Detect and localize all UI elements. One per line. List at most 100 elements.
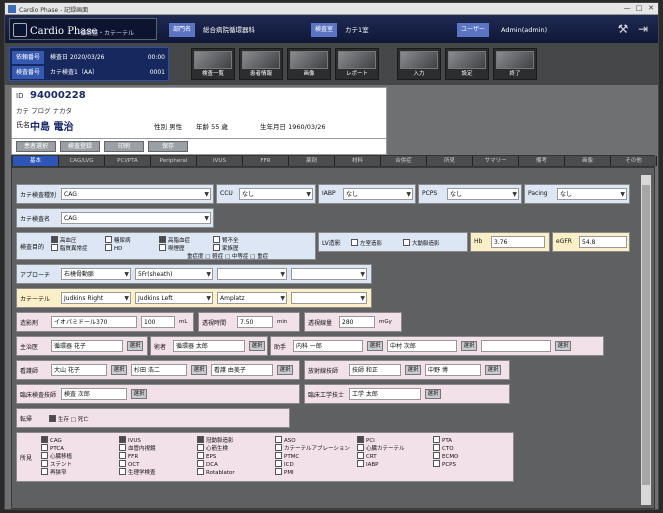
tab-other[interactable]: その他	[611, 156, 657, 166]
assistant-select-button-2[interactable]: 選択	[461, 341, 477, 351]
ce-input[interactable]: 工学 太郎	[349, 388, 421, 400]
purpose-option-renal[interactable]: 腎不全	[213, 236, 239, 244]
contrast-agent-input[interactable]: イオパミドール370	[51, 316, 137, 328]
attending-input[interactable]: 循環器 花子	[51, 340, 123, 352]
tab-cag[interactable]: CAG/LVG	[59, 156, 105, 166]
lab-tech-input[interactable]: 検査 次郎	[61, 388, 127, 400]
purpose-option-hd[interactable]: HD	[105, 244, 122, 252]
finding-ptmc[interactable]: PTMC	[275, 452, 299, 460]
tab-drug[interactable]: 薬剤	[289, 156, 335, 166]
finding-transplant[interactable]: 心臓移植	[41, 452, 72, 460]
select-patient-button[interactable]: 患者選択	[16, 141, 56, 152]
toolbar-button-exit[interactable]: 終了	[493, 48, 537, 80]
ccu-select[interactable]: なし ▼	[239, 188, 313, 200]
finding-ffr[interactable]: FFR	[119, 452, 138, 460]
finding-restenosis[interactable]: 再狭窄	[41, 468, 67, 476]
finding-physiology[interactable]: 生理学検査	[119, 468, 156, 476]
toolbar-button-image[interactable]: 画像	[287, 48, 331, 80]
finding-cto[interactable]: CTO	[433, 444, 454, 452]
finding-pci[interactable]: PCI	[357, 436, 375, 444]
approach-select-3[interactable]: ▼	[217, 268, 287, 280]
finding-icd[interactable]: ICD	[275, 460, 294, 468]
catheter-select-2[interactable]: Judkins Left ▼	[135, 292, 213, 304]
finding-ptca[interactable]: PTCA	[41, 444, 64, 452]
radiographer-input-1[interactable]: 技師 和正	[349, 364, 401, 376]
finding-stent[interactable]: ステント	[41, 460, 72, 468]
finding-biopsy[interactable]: 心筋生検	[197, 444, 228, 452]
tab-ffr[interactable]: FFR	[243, 156, 289, 166]
egfr-input[interactable]: 54.8	[579, 236, 627, 248]
finding-pta[interactable]: PTA	[433, 436, 452, 444]
outcome-option[interactable]: 生存 □ 死亡	[49, 415, 89, 423]
finding-coronary-angio[interactable]: 冠動脈造影	[197, 436, 234, 444]
save-button[interactable]: 保存	[148, 141, 188, 152]
finding-cag[interactable]: CAG	[41, 436, 62, 444]
print-button[interactable]: 印刷	[104, 141, 144, 152]
lv-option-aorta[interactable]: 大動脈造影	[403, 239, 440, 247]
catheter-select-3[interactable]: Amplatz ▼	[217, 292, 287, 304]
tab-peripheral[interactable]: Peripheral	[151, 156, 197, 166]
purpose-option-diabetes[interactable]: 糖尿病	[105, 236, 131, 244]
toolbar-button-report[interactable]: レポート	[335, 48, 379, 80]
register-exam-button[interactable]: 検査登録	[60, 141, 100, 152]
catheter-select-4[interactable]: ▼	[291, 292, 367, 304]
radiographer-select-button-2[interactable]: 選択	[485, 365, 501, 375]
assistant-input-1[interactable]: 内科 一郎	[293, 340, 363, 352]
assistant-input-3[interactable]	[481, 340, 551, 352]
vertical-scrollbar[interactable]	[641, 175, 651, 505]
finding-ivus[interactable]: IVUS	[119, 436, 141, 444]
tab-summary[interactable]: サマリー	[473, 156, 519, 166]
approach-select-1[interactable]: 右橈骨動脈 ▼	[61, 268, 131, 280]
cath-name-select[interactable]: CAG ▼	[61, 212, 211, 224]
iabp-select[interactable]: なし ▼	[343, 188, 413, 200]
scrollbar-thumb[interactable]	[642, 185, 650, 485]
nurse-select-button-3[interactable]: 選択	[277, 365, 293, 375]
toolbar-button-list[interactable]: 検査一覧	[191, 48, 235, 80]
assistant-select-button-3[interactable]: 選択	[555, 341, 571, 351]
lv-option-lv[interactable]: 左室造影	[351, 239, 382, 247]
approach-select-4[interactable]: ▼	[291, 268, 367, 280]
logout-icon[interactable]: ⇥	[635, 21, 651, 37]
close-button[interactable]: ✕	[645, 4, 657, 13]
finding-pmi[interactable]: PMI	[275, 468, 294, 476]
nurse-select-button-2[interactable]: 選択	[191, 365, 207, 375]
purpose-option-family[interactable]: 家族歴	[213, 244, 239, 252]
tab-notes[interactable]: 備考	[519, 156, 565, 166]
finding-oct[interactable]: OCT	[119, 460, 140, 468]
tab-basic[interactable]: 基本	[13, 156, 59, 166]
finding-cardiac-cath[interactable]: 心臓カテーテル	[357, 444, 405, 452]
finding-iabp[interactable]: IABP	[357, 460, 378, 468]
hb-input[interactable]: 3.76	[491, 236, 545, 248]
contrast-volume-input[interactable]: 100	[141, 316, 175, 328]
lab-tech-select-button[interactable]: 選択	[131, 389, 147, 399]
finding-ecmo[interactable]: ECMO	[433, 452, 458, 460]
purpose-option-dyslipidemia[interactable]: 脂質異常症	[51, 244, 88, 252]
maximize-button[interactable]: □	[633, 4, 645, 13]
nurse-input-1[interactable]: 大山 花子	[51, 364, 107, 376]
finding-eps[interactable]: EPS	[197, 452, 216, 460]
radiographer-select-button-1[interactable]: 選択	[405, 365, 421, 375]
assistant-select-button-1[interactable]: 選択	[367, 341, 383, 351]
toolbar-button-input[interactable]: 入力	[397, 48, 441, 80]
fluoro-dose-input[interactable]: 280	[339, 316, 375, 328]
nurse-input-3[interactable]: 看護 由美子	[211, 364, 273, 376]
minimize-button[interactable]: —	[621, 4, 633, 13]
tab-material[interactable]: 材料	[335, 156, 381, 166]
finding-aso[interactable]: ASO	[275, 436, 296, 444]
finding-dca[interactable]: DCA	[197, 460, 218, 468]
approach-select-2[interactable]: 5Fr(sheath) ▼	[135, 268, 213, 280]
toolbar-button-patient[interactable]: 患者情報	[239, 48, 283, 80]
toolbar-button-settings[interactable]: 設定	[445, 48, 489, 80]
tab-images[interactable]: 画像	[565, 156, 611, 166]
pcps-select[interactable]: なし ▼	[447, 188, 519, 200]
tab-findings[interactable]: 所見	[427, 156, 473, 166]
cath-type-select[interactable]: CAG ▼	[61, 188, 211, 200]
nurse-select-button-1[interactable]: 選択	[111, 365, 127, 375]
assistant-input-2[interactable]: 中村 次郎	[387, 340, 457, 352]
tools-icon[interactable]: ⚒	[615, 21, 631, 37]
radiographer-input-2[interactable]: 中野 博	[425, 364, 481, 376]
finding-ablation[interactable]: カテーテルアブレーション	[275, 444, 350, 452]
tab-complication[interactable]: 合併症	[381, 156, 427, 166]
finding-angioscopy[interactable]: 血管内視鏡	[119, 444, 156, 452]
finding-pcps[interactable]: PCPS	[433, 460, 456, 468]
